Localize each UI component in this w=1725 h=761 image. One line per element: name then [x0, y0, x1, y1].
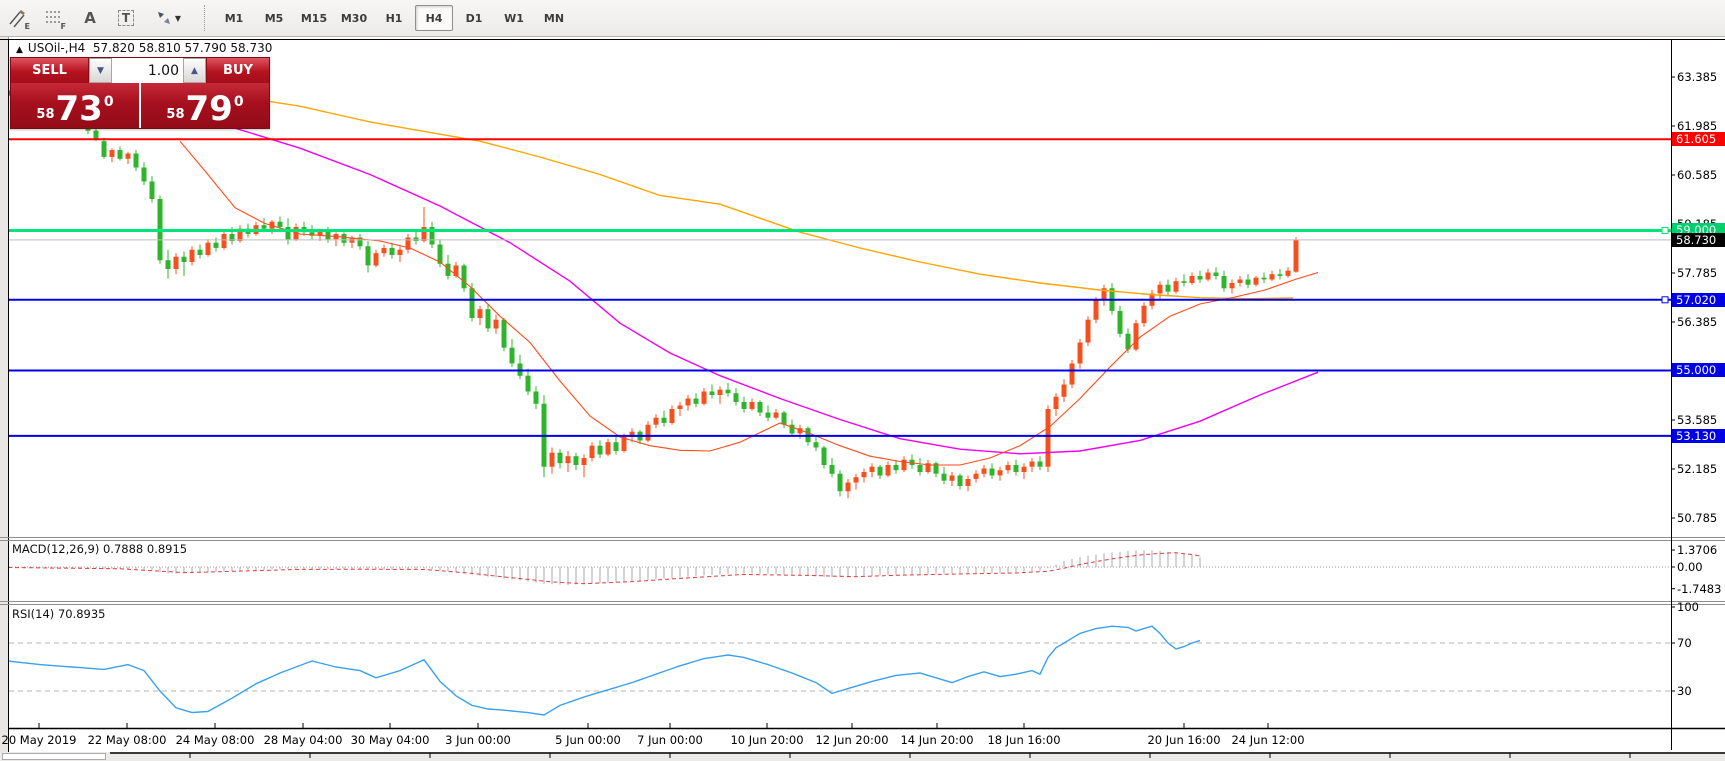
price-axis-badge: 55.000: [1672, 363, 1725, 377]
sell-price-small: 58: [36, 107, 54, 122]
fibonacci-retracement-icon[interactable]: F: [38, 3, 70, 33]
tool-badge: F: [61, 22, 66, 31]
volume-decrease-button[interactable]: ▼: [89, 58, 112, 83]
rsi-label: RSI(14) 70.8935: [12, 607, 106, 621]
macd-label: MACD(12,26,9) 0.7888 0.8915: [12, 542, 187, 556]
symbol-period: USOil-,H4: [28, 41, 85, 55]
sell-price-sup: 0: [104, 94, 114, 110]
buy-price-small: 58: [166, 107, 184, 122]
time-axis-label: 10 Jun 20:00: [730, 733, 803, 747]
price-axis-badge: 58.730: [1672, 233, 1725, 247]
price-axis-badge: 57.020: [1672, 293, 1725, 307]
rsi-axis-label: 30: [1677, 684, 1692, 698]
chevron-down-icon: ▼: [175, 14, 181, 23]
macd-axis-label: 0.00: [1677, 560, 1703, 574]
price-axis-label: 60.585: [1677, 168, 1717, 182]
toolbar: E F A T ▼ M1M5M15M30H1H4D1W1MN: [0, 0, 1725, 37]
toolbar-separator: [204, 5, 206, 31]
time-axis-label: 30 May 04:00: [351, 733, 430, 747]
time-axis-label: 28 May 04:00: [264, 733, 343, 747]
next-chart-ruler: [0, 752, 1725, 761]
text-box-icon[interactable]: T: [110, 3, 142, 33]
price-axis-label: 53.585: [1677, 413, 1717, 427]
volume-input[interactable]: [112, 58, 183, 83]
time-axis-label: 24 Jun 12:00: [1231, 733, 1304, 747]
timeframe-button-h4[interactable]: H4: [415, 5, 453, 31]
timeframe-button-mn[interactable]: MN: [535, 5, 573, 31]
sell-price-display[interactable]: 58730: [11, 83, 139, 128]
price-axis-label: 52.185: [1677, 462, 1717, 476]
timeframe-button-m5[interactable]: M5: [255, 5, 293, 31]
volume-increase-button[interactable]: ▲: [183, 58, 206, 83]
mt4-chart-window: E F A T ▼ M1M5M15M30H1H4D1W1MN ▲ USOil-,H…: [0, 0, 1725, 761]
price-axis-label: 63.385: [1677, 70, 1717, 84]
open-value: 57.820: [93, 41, 135, 55]
timeframe-group: M1M5M15M30H1H4D1W1MN: [214, 5, 574, 31]
ma-medium: [232, 127, 1318, 454]
time-axis-label: 3 Jun 00:00: [445, 733, 511, 747]
collapse-arrow-icon[interactable]: ▲: [16, 45, 23, 55]
timeframe-button-w1[interactable]: W1: [495, 5, 533, 31]
rsi-line: [8, 626, 1200, 715]
arrow-tools-icon[interactable]: ▼: [146, 3, 190, 33]
time-axis-label: 22 May 08:00: [88, 733, 167, 747]
macd-layer: [8, 550, 1671, 585]
price-axis-label: 57.785: [1677, 266, 1717, 280]
tool-badge: E: [25, 22, 30, 31]
chart-ohlc-header: ▲ USOil-,H4 57.820 58.810 57.790 58.730: [16, 41, 272, 55]
macd-signal-line: [8, 553, 1200, 584]
macd-axis-label: 1.3706: [1677, 543, 1717, 557]
timeframe-button-m15[interactable]: M15: [295, 5, 333, 31]
rsi-layer: [8, 626, 1671, 715]
text-label-icon[interactable]: A: [74, 3, 106, 33]
price-axis-label: 56.385: [1677, 315, 1717, 329]
ma-fast: [180, 141, 1318, 465]
time-axis-label: 14 Jun 20:00: [900, 733, 973, 747]
buy-button[interactable]: BUY: [206, 58, 269, 83]
sell-button[interactable]: SELL: [11, 58, 89, 83]
time-axis-label: 20 May 2019: [2, 733, 77, 747]
timeframe-button-h1[interactable]: H1: [375, 5, 413, 31]
time-axis-label: 20 Jun 16:00: [1147, 733, 1220, 747]
time-axis-label: 12 Jun 20:00: [815, 733, 888, 747]
buy-price-big: 79: [186, 92, 233, 126]
buy-price-display[interactable]: 58790: [141, 83, 269, 128]
macd-axis-label: -1.7483: [1677, 582, 1721, 596]
equidistant-channel-icon[interactable]: E: [2, 3, 34, 33]
price-axis-badge: 61.605: [1672, 132, 1725, 146]
one-click-trading-panel: SELL ▼ ▲ BUY 58730 58790: [10, 57, 270, 129]
time-axis-label: 18 Jun 16:00: [987, 733, 1060, 747]
time-axis-label: 5 Jun 00:00: [555, 733, 621, 747]
sell-price-big: 73: [56, 92, 103, 126]
buy-price-sup: 0: [234, 94, 244, 110]
ma-slow: [232, 96, 1293, 299]
timeframe-button-d1[interactable]: D1: [455, 5, 493, 31]
next-chart-top-strip: [0, 752, 1725, 761]
close-value: 58.730: [230, 41, 272, 55]
low-value: 57.790: [185, 41, 227, 55]
candles-layer: [6, 85, 1672, 498]
rsi-axis-label: 70: [1677, 636, 1692, 650]
time-axis-label: 7 Jun 00:00: [637, 733, 703, 747]
price-axis-label: 61.985: [1677, 119, 1717, 133]
rsi-axis-label: 100: [1677, 600, 1699, 614]
price-axis-badge: 53.130: [1672, 429, 1725, 443]
high-value: 58.810: [139, 41, 181, 55]
price-axis-label: 50.785: [1677, 511, 1717, 525]
time-axis-label: 24 May 08:00: [176, 733, 255, 747]
timeframe-button-m30[interactable]: M30: [335, 5, 373, 31]
timeframe-button-m1[interactable]: M1: [215, 5, 253, 31]
